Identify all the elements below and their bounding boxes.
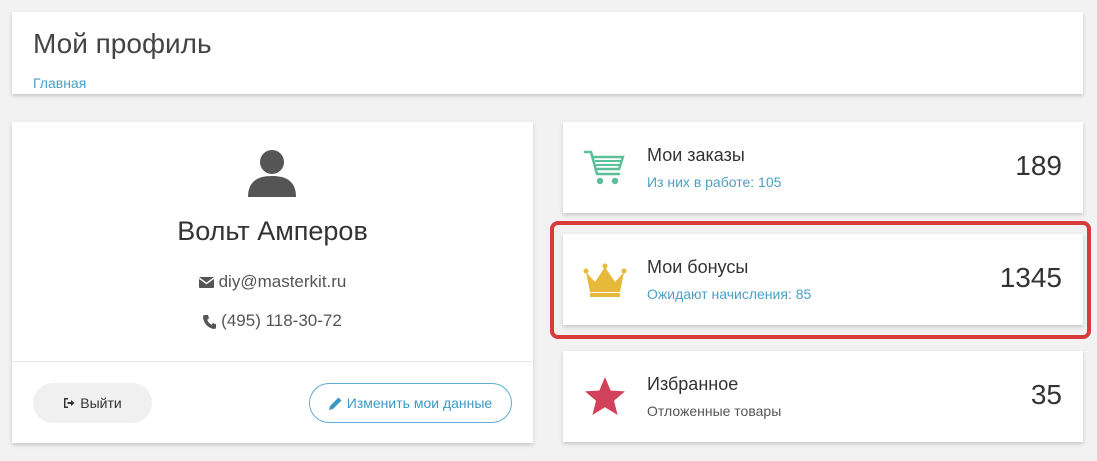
favorites-subtext: Отложенные товары: [647, 403, 782, 419]
bonuses-subtext[interactable]: Ожидают начисления: 85: [647, 286, 811, 302]
edit-profile-label: Изменить мои данные: [346, 395, 493, 411]
favorites-count: 35: [1030, 379, 1062, 410]
logout-label: Выйти: [80, 395, 122, 411]
orders-label: Мои заказы: [647, 145, 745, 165]
bonuses-count: 1345: [999, 262, 1062, 293]
logout-button[interactable]: Выйти: [33, 383, 152, 423]
orders-count: 189: [1015, 150, 1062, 181]
orders-subtext[interactable]: Из них в работе: 105: [647, 174, 781, 190]
star-icon: [585, 377, 625, 415]
phone-icon: [203, 315, 217, 330]
phone-row: (495) 118-30-72: [12, 311, 533, 331]
profile-card: Вольт Амперов diy@masterkit.ru (495) 118…: [12, 122, 533, 443]
user-icon: [248, 150, 296, 197]
divider: [12, 361, 533, 362]
profile-email: diy@masterkit.ru: [218, 272, 347, 291]
favorites-label: Избранное: [647, 374, 739, 394]
page-title: Мой профиль: [33, 28, 212, 59]
pencil-icon: [328, 397, 342, 410]
envelope-icon: [198, 277, 214, 289]
profile-phone: (495) 118-30-72: [221, 311, 342, 330]
edit-profile-button[interactable]: Изменить мои данные: [309, 383, 512, 423]
breadcrumb-home[interactable]: Главная: [33, 75, 86, 91]
favorites-card[interactable]: Избранное Отложенные товары 35: [563, 351, 1083, 442]
bonuses-card[interactable]: Мои бонусы Ожидают начисления: 85 1345: [563, 234, 1083, 325]
crown-icon: [583, 263, 627, 297]
logout-icon: [64, 398, 75, 408]
cart-icon: [583, 150, 625, 185]
email-row: diy@masterkit.ru: [12, 272, 533, 292]
page-header: Мой профиль Главная: [12, 12, 1083, 94]
bonuses-label: Мои бонусы: [647, 257, 749, 277]
orders-card[interactable]: Мои заказы Из них в работе: 105 189: [563, 122, 1083, 213]
profile-name: Вольт Амперов: [177, 216, 368, 246]
